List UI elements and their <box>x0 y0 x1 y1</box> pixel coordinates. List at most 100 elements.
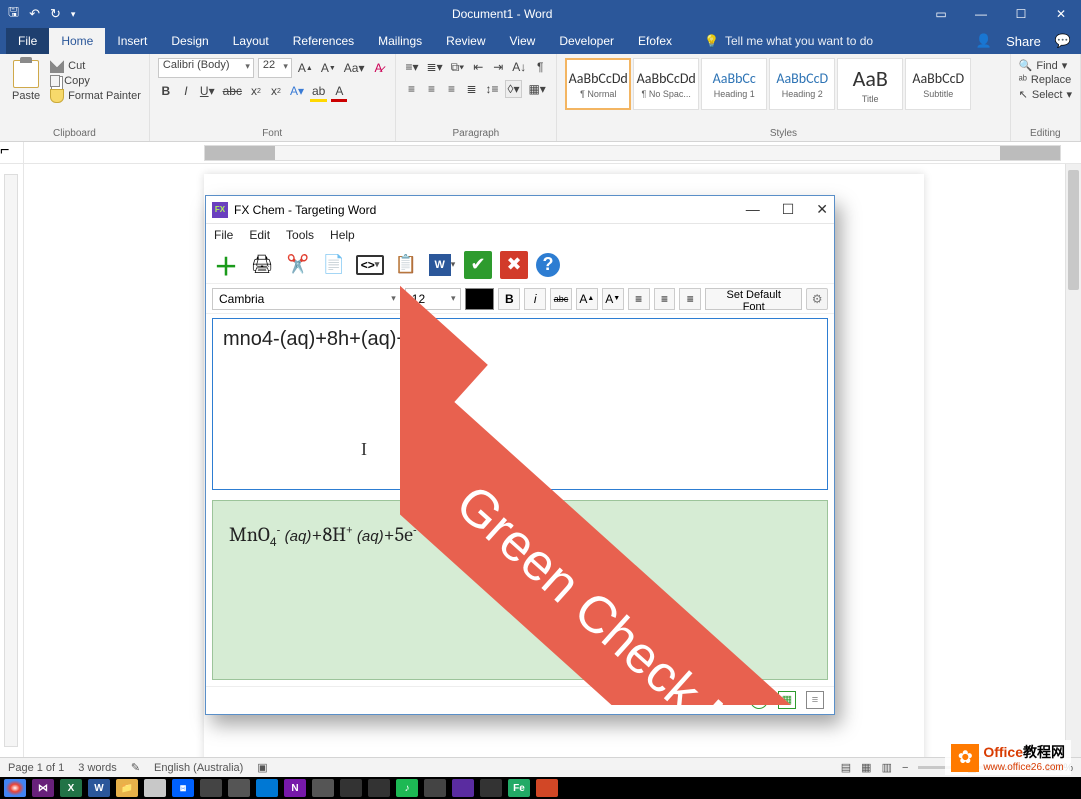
fxchem-set-default-button[interactable]: Set Default Font <box>705 288 802 310</box>
fxchem-add-icon[interactable]: ＋ <box>212 251 240 279</box>
app-icon-8[interactable] <box>424 779 446 797</box>
redo-icon[interactable]: ↻ <box>50 6 61 22</box>
multilevel-icon[interactable]: ⧉▾ <box>449 58 467 76</box>
align-right-icon[interactable]: ≡ <box>444 80 460 98</box>
font-color-icon[interactable]: A <box>331 82 347 100</box>
share-button[interactable]: Share <box>1006 34 1041 49</box>
italic-button[interactable]: I <box>178 82 194 100</box>
tab-mailings[interactable]: Mailings <box>366 28 434 54</box>
numbering-icon[interactable]: ≣▾ <box>425 58 445 76</box>
fxchem-color-swatch[interactable] <box>465 288 495 310</box>
fxchem-font-select[interactable]: Cambria <box>212 288 401 310</box>
app-icon-11[interactable] <box>536 779 558 797</box>
status-macro-icon[interactable]: ▣ <box>257 761 267 774</box>
minimize-icon[interactable]: — <box>961 7 1001 21</box>
line-spacing-icon[interactable]: ↕≡ <box>484 80 501 98</box>
superscript-button[interactable]: x2 <box>268 82 284 100</box>
tab-developer[interactable]: Developer <box>547 28 626 54</box>
app-icon-6[interactable] <box>340 779 362 797</box>
fxchem-strike-button[interactable]: abc <box>550 288 572 310</box>
fxchem-cancel-icon[interactable]: ✖ <box>500 251 528 279</box>
word-icon[interactable]: W <box>88 779 110 797</box>
app-icon-2[interactable] <box>200 779 222 797</box>
shading-icon[interactable]: ◊▾ <box>505 80 523 98</box>
select-button[interactable]: ↖Select ▾ <box>1019 87 1072 102</box>
highlight-icon[interactable]: ab <box>310 82 327 100</box>
format-painter-button[interactable]: Format Painter <box>50 88 141 104</box>
app-icon-7[interactable] <box>368 779 390 797</box>
fxchem-size-select[interactable]: 12 <box>405 288 461 310</box>
font-name-select[interactable]: Calibri (Body) <box>158 58 254 78</box>
style-heading-2[interactable]: AaBbCcDHeading 2 <box>769 58 835 110</box>
tab-view[interactable]: View <box>498 28 548 54</box>
fxchem-settings-icon[interactable]: ⚙ <box>806 288 828 310</box>
status-proofing-icon[interactable]: ✎ <box>131 761 140 774</box>
tab-home[interactable]: Home <box>49 28 105 54</box>
horizontal-ruler[interactable] <box>24 142 1081 163</box>
fxchem-bold-button[interactable]: B <box>498 288 520 310</box>
fxchem-close-icon[interactable]: ✕ <box>816 201 828 218</box>
grow-font-icon[interactable]: A▲ <box>296 59 315 77</box>
fxchem-grid-icon[interactable]: ▦ <box>778 691 796 709</box>
font-size-select[interactable]: 22 <box>258 58 292 78</box>
show-marks-icon[interactable]: ¶ <box>532 58 548 76</box>
app-icon-4[interactable] <box>256 779 278 797</box>
tab-layout[interactable]: Layout <box>221 28 281 54</box>
align-left-icon[interactable]: ≡ <box>404 80 420 98</box>
status-language[interactable]: English (Australia) <box>154 762 243 774</box>
excel-icon[interactable]: X <box>60 779 82 797</box>
style-subtitle[interactable]: AaBbCcDSubtitle <box>905 58 971 110</box>
fxchem-cut-icon[interactable]: ✂️ <box>284 251 312 279</box>
fxchem-taskbar-icon[interactable]: Fe <box>508 779 530 797</box>
shrink-font-icon[interactable]: A▼ <box>319 59 338 77</box>
dropbox-icon[interactable]: ⧈ <box>172 779 194 797</box>
tab-references[interactable]: References <box>281 28 366 54</box>
zoom-out-icon[interactable]: − <box>902 762 908 774</box>
fxchem-copy-icon[interactable]: 📄 <box>320 251 348 279</box>
justify-icon[interactable]: ≣ <box>464 80 480 98</box>
fxchem-list-icon[interactable]: ≡ <box>806 691 824 709</box>
visualstudio-icon[interactable]: ⋈ <box>32 779 54 797</box>
view-print-icon[interactable]: ▦ <box>861 761 871 774</box>
fxchem-align-right-button[interactable]: ≡ <box>679 288 701 310</box>
fxchem-help-icon[interactable]: ? <box>536 253 560 277</box>
app-icon-9[interactable] <box>452 779 474 797</box>
app-icon-3[interactable] <box>228 779 250 797</box>
vertical-ruler[interactable] <box>0 164 24 757</box>
fxchem-menu-edit[interactable]: Edit <box>249 228 270 242</box>
text-effects-icon[interactable]: A▾ <box>288 82 306 100</box>
spotify-icon[interactable]: ♪ <box>396 779 418 797</box>
tab-review[interactable]: Review <box>434 28 497 54</box>
chrome-icon[interactable] <box>4 779 26 797</box>
tab-efofex[interactable]: Efofex <box>626 28 684 54</box>
bold-button[interactable]: B <box>158 82 174 100</box>
account-icon[interactable]: 👤 <box>976 33 992 49</box>
fxchem-input-area[interactable]: mno4-(aq)+8h+(aq)+5e- I <box>212 318 828 490</box>
style-title[interactable]: AaBTitle <box>837 58 903 110</box>
status-words[interactable]: 3 words <box>78 762 117 774</box>
fxchem-grow-font-button[interactable]: A▲ <box>576 288 598 310</box>
app-icon-10[interactable] <box>480 779 502 797</box>
fxchem-minimize-icon[interactable]: — <box>746 201 760 218</box>
style--normal[interactable]: AaBbCcDd¶ Normal <box>565 58 631 110</box>
paste-button[interactable]: Paste <box>8 58 44 104</box>
fxchem-align-center-button[interactable]: ≡ <box>654 288 676 310</box>
fxchem-refresh-icon[interactable]: ⟳ <box>750 691 768 709</box>
fxchem-menu-file[interactable]: File <box>214 228 233 242</box>
close-icon[interactable]: ✕ <box>1041 7 1081 21</box>
decrease-indent-icon[interactable]: ⇤ <box>470 58 486 76</box>
fxchem-italic-button[interactable]: i <box>524 288 546 310</box>
maximize-icon[interactable]: ☐ <box>1001 7 1041 21</box>
fxchem-maximize-icon[interactable]: ☐ <box>782 201 795 218</box>
fxchem-menu-tools[interactable]: Tools <box>286 228 314 242</box>
sort-icon[interactable]: A↓ <box>510 58 528 76</box>
tab-insert[interactable]: Insert <box>105 28 159 54</box>
save-icon[interactable]: 🖫 <box>8 3 19 25</box>
undo-icon[interactable]: ↶ <box>29 6 40 22</box>
bullets-icon[interactable]: ≡▾ <box>404 58 421 76</box>
view-read-icon[interactable]: ▤ <box>841 761 851 774</box>
status-page[interactable]: Page 1 of 1 <box>8 762 64 774</box>
find-button[interactable]: 🔍Find ▾ <box>1019 58 1072 73</box>
tab-design[interactable]: Design <box>159 28 220 54</box>
fxchem-insert-check-icon[interactable]: ✔ <box>464 251 492 279</box>
